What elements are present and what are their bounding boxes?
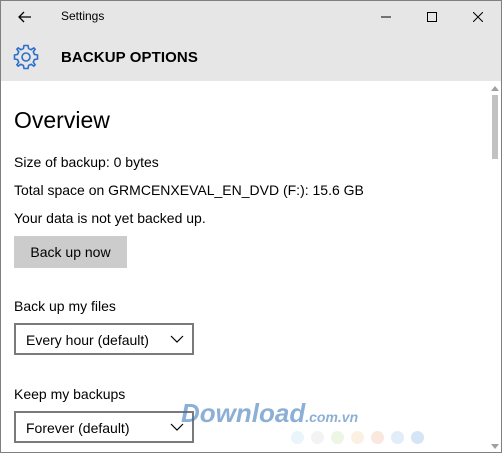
close-icon	[473, 12, 483, 22]
watermark-dot	[291, 431, 304, 444]
minimize-button[interactable]	[363, 1, 409, 33]
main-content: Overview Size of backup: 0 bytes Total s…	[1, 81, 488, 452]
watermark-dots	[291, 431, 424, 444]
scroll-down-arrow-icon	[490, 443, 499, 449]
keep-backups-label: Keep my backups	[14, 386, 126, 402]
vertical-scrollbar[interactable]	[488, 81, 501, 452]
chevron-down-icon	[170, 423, 184, 431]
scroll-down-button[interactable]	[488, 441, 501, 451]
scroll-thumb[interactable]	[492, 95, 498, 159]
watermark-text: Download	[181, 398, 306, 428]
watermark-dot	[371, 431, 384, 444]
backup-frequency-label: Back up my files	[14, 298, 116, 314]
watermark-logo: Download.com.vn	[181, 398, 358, 429]
scroll-up-button[interactable]	[488, 83, 501, 93]
backup-size-text: Size of backup: 0 bytes	[14, 154, 159, 170]
watermark-dot	[351, 431, 364, 444]
watermark-dot	[311, 431, 324, 444]
scroll-up-arrow-icon	[490, 85, 499, 91]
maximize-icon	[427, 12, 437, 22]
settings-window: Settings BACKUP OPTIONS Overview Size of…	[0, 0, 502, 453]
close-button[interactable]	[455, 1, 501, 33]
watermark-suffix: .com.vn	[305, 409, 359, 425]
backup-frequency-dropdown[interactable]: Every hour (default)	[14, 323, 194, 355]
overview-heading: Overview	[14, 107, 110, 133]
watermark-dot	[411, 431, 424, 444]
total-space-text: Total space on GRMCENXEVAL_EN_DVD (F:): …	[14, 182, 364, 198]
backup-frequency-value: Every hour (default)	[26, 332, 149, 348]
back-arrow-icon	[18, 11, 31, 23]
back-up-now-button[interactable]: Back up now	[14, 236, 127, 268]
title-bar: Settings	[1, 1, 501, 33]
backup-status-text: Your data is not yet backed up.	[14, 210, 206, 226]
gear-icon	[13, 44, 39, 70]
back-button[interactable]	[9, 5, 41, 29]
watermark: Download.com.vn	[181, 398, 424, 448]
page-title: BACKUP OPTIONS	[61, 49, 198, 66]
watermark-dot	[331, 431, 344, 444]
chevron-down-icon	[170, 335, 184, 343]
keep-backups-value: Forever (default)	[26, 420, 130, 436]
page-header: BACKUP OPTIONS	[1, 33, 501, 81]
keep-backups-dropdown[interactable]: Forever (default)	[14, 411, 194, 443]
minimize-icon	[381, 16, 391, 18]
watermark-dot	[391, 431, 404, 444]
window-title: Settings	[61, 9, 105, 23]
maximize-button[interactable]	[409, 1, 455, 33]
